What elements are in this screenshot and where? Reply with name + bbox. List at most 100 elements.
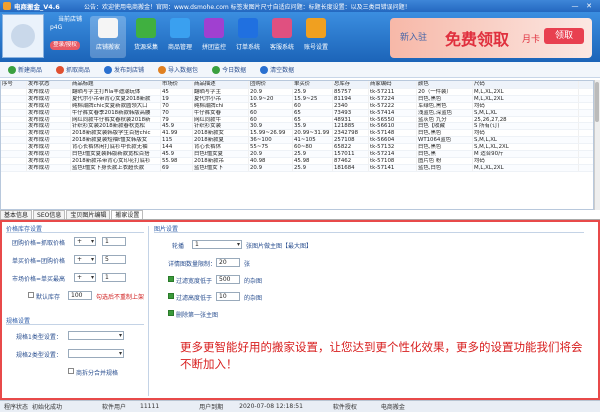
- table-cell: 87462: [333, 157, 369, 164]
- table-row[interactable]: 发布成功 2018新款夏装短袖t恤女韩版女 115 2018新款夏 36~100 41~1…: [1, 137, 593, 145]
- table-cell: 纯棉潮牌chi: [193, 102, 249, 109]
- promo-banner[interactable]: 新入驻 免费领取 月卡 领取: [390, 18, 592, 58]
- table-cell: 144: [161, 144, 193, 151]
- table-row[interactable]: 发布成功 2018新款女装韩版学生百搭chic 41.99 2018新款女 15.99~…: [1, 130, 593, 138]
- column-header[interactable]: 发布状态: [27, 81, 71, 88]
- tab-move-settings[interactable]: 搬家设置: [111, 210, 144, 219]
- carousel-select[interactable]: 1: [192, 240, 242, 249]
- import-button[interactable]: 导入数据包: [158, 65, 198, 74]
- banner-text-card: 月卡: [522, 35, 541, 45]
- width-filter-checkbox[interactable]: [168, 276, 174, 282]
- column-header[interactable]: 商品描述: [193, 81, 249, 88]
- market-price-input[interactable]: 1: [102, 273, 126, 282]
- nav-service-system[interactable]: 客服系统: [264, 16, 300, 58]
- group-price-operator[interactable]: +: [74, 237, 96, 246]
- default-stock-input[interactable]: 100: [68, 291, 92, 300]
- scrollbar-thumb[interactable]: [595, 82, 599, 122]
- login-button[interactable]: 登录/授权: [50, 41, 80, 50]
- single-price-input[interactable]: 5: [102, 255, 126, 264]
- table-row[interactable]: 发布成功 夏代尔小吊带背心女夏2018新款 19 夏代尔小吊 10.9~20 15.9~2…: [1, 95, 593, 103]
- table-cell: 发布成功: [27, 137, 71, 144]
- table-row[interactable]: 发布成功 翻晒写字主打Fila丰迪潮玩体 45 翻晒写字主 20.9 25.9 85757 t…: [1, 89, 593, 96]
- account-icon: [306, 18, 326, 38]
- goods-table[interactable]: 序号 发布状态 商品标题 市场价 商品描述 团购价 单买价 总库存 商家编码 颜色 尺码 发布成功 翻晒…: [0, 80, 594, 210]
- spec1-select[interactable]: [68, 331, 124, 340]
- table-cell: 发布成功: [27, 102, 71, 109]
- table-cell: tk-57224: [369, 95, 417, 102]
- nav-store-move[interactable]: 店铺搬家: [90, 16, 126, 58]
- nav-source-collect[interactable]: 货源采集: [128, 16, 164, 58]
- table-cell: tk-57211: [369, 89, 417, 95]
- nav-group-monitor[interactable]: 拼团监控: [196, 16, 232, 58]
- publish-button[interactable]: 发布到店铺: [104, 65, 144, 74]
- table-cell: 157011: [333, 151, 369, 157]
- clear-data-button[interactable]: 清空数据: [260, 65, 294, 74]
- table-cell: tk-57132: [369, 144, 417, 151]
- column-header[interactable]: 颜色: [417, 81, 473, 88]
- column-header[interactable]: 商家编码: [369, 81, 417, 88]
- table-cell: 15.9~25: [293, 95, 333, 102]
- remove-first-main-checkbox[interactable]: [168, 310, 174, 316]
- minimize-button[interactable]: —: [568, 1, 582, 11]
- column-header[interactable]: 市场价: [161, 81, 193, 88]
- spec2-select[interactable]: [68, 349, 124, 358]
- default-stock-checkbox[interactable]: [28, 292, 34, 298]
- table-cell: 79: [161, 116, 193, 123]
- table-row[interactable]: 发布成功 背心长裤休闲打底衫中长款无袖 144 背心长裤休 55~75 60~80 6582…: [1, 144, 593, 152]
- tab-image-edit[interactable]: 宝贝图片编辑: [66, 210, 111, 219]
- software-user-label: 软件用户: [102, 404, 127, 411]
- nav-goods-manage[interactable]: 商品管理: [162, 16, 198, 58]
- table-cell: 73493: [333, 109, 369, 116]
- height-filter-checkbox[interactable]: [168, 293, 174, 299]
- account-status: 当前店铺: [58, 16, 83, 23]
- tab-basic-info[interactable]: 基本信息: [0, 210, 33, 219]
- table-row[interactable]: 发布成功 牛仔裤女春季2018新款韩版高腰 70 牛仔裤女春 60 65 73493 tk-5…: [1, 109, 593, 117]
- table-row[interactable]: 发布成功 针织衫女装2018新款春秋宽松 45.9 针织衫女装 30.9 35.9 1218…: [1, 123, 593, 131]
- table-cell: 针织衫女装: [193, 123, 249, 130]
- single-price-label: 单买价格=团购价格: [12, 258, 66, 265]
- table-cell: 白色,黑色: [417, 95, 473, 102]
- table-cell: 蓝色t恤女下: [193, 164, 249, 171]
- table-cell: tk-56550: [369, 116, 417, 123]
- split-spec-checkbox[interactable]: [68, 368, 74, 374]
- table-row[interactable]: 发布成功 白色t恤女夏装韩版新款宽松百搭 45.9 白色t恤女夏 20.9 25.9 157…: [1, 151, 593, 158]
- height-filter-input[interactable]: 10: [216, 292, 240, 301]
- width-filter-label: 过滤宽度低于: [176, 278, 213, 285]
- column-header[interactable]: 团购价: [249, 81, 293, 88]
- nav-account-settings[interactable]: 账号设置: [298, 16, 334, 58]
- market-price-operator[interactable]: +: [74, 273, 96, 282]
- split-spec-label: 商拆分合并规格: [76, 370, 119, 377]
- table-scrollbar[interactable]: [594, 80, 600, 210]
- table-row[interactable]: 发布成功 网红同款牛仔裤女春秋装2018新 79 网红同款牛 60 65 48931 tk-5…: [1, 116, 593, 124]
- table-cell: 41~105: [293, 137, 333, 144]
- width-filter-input[interactable]: 500: [216, 275, 240, 284]
- single-price-operator[interactable]: +: [74, 255, 96, 264]
- tab-bar: 基本信息 SEO信息 宝贝图片编辑 搬家设置: [0, 210, 600, 220]
- today-data-button[interactable]: 今日数据: [212, 65, 246, 74]
- table-cell: 网红同款牛仔裤女春秋装2018新: [71, 116, 161, 123]
- column-header[interactable]: 商品标题: [71, 81, 161, 88]
- column-header[interactable]: 总库存: [333, 81, 369, 88]
- table-row[interactable]: 发布成功 纯棉潮牌chic女夏新款圆领大口 70 纯棉潮牌chi 55 60 2340 tk-…: [1, 102, 593, 110]
- table-cell: [1, 123, 27, 130]
- table-cell: 70: [161, 109, 193, 116]
- table-row[interactable]: 发布成功 蓝色t恤女下身长款上衣超长款 69 蓝色t恤女下 20.9 25.9 181684…: [1, 164, 593, 172]
- detail-limit-input[interactable]: 20: [216, 258, 240, 267]
- close-button[interactable]: ✕: [582, 1, 596, 11]
- table-cell: 发布成功: [27, 89, 71, 95]
- status-label: 程序状态: [4, 404, 29, 411]
- grab-goods-button[interactable]: 抓取商品: [56, 65, 90, 74]
- table-cell: 15.99~26.99: [249, 130, 293, 137]
- banner-claim-button[interactable]: 领取: [544, 28, 584, 44]
- group-price-input[interactable]: 1: [102, 237, 126, 246]
- new-goods-button[interactable]: 新建商品: [8, 65, 42, 74]
- table-cell: 19: [161, 95, 193, 102]
- nav-order-system[interactable]: 订单系统: [230, 16, 266, 58]
- tab-seo-info[interactable]: SEO信息: [33, 210, 66, 219]
- column-header[interactable]: 单买价: [293, 81, 333, 88]
- column-header[interactable]: 序号: [1, 81, 27, 88]
- table-cell: 20.9: [249, 151, 293, 157]
- table-row[interactable]: 发布成功 2018新款吊带背心女印花打底衫 55.98 2018新款吊 40.98 45.…: [1, 157, 593, 165]
- table-cell: 夏代尔小吊带背心女夏2018新款: [71, 95, 161, 102]
- column-header[interactable]: 尺码: [473, 81, 579, 88]
